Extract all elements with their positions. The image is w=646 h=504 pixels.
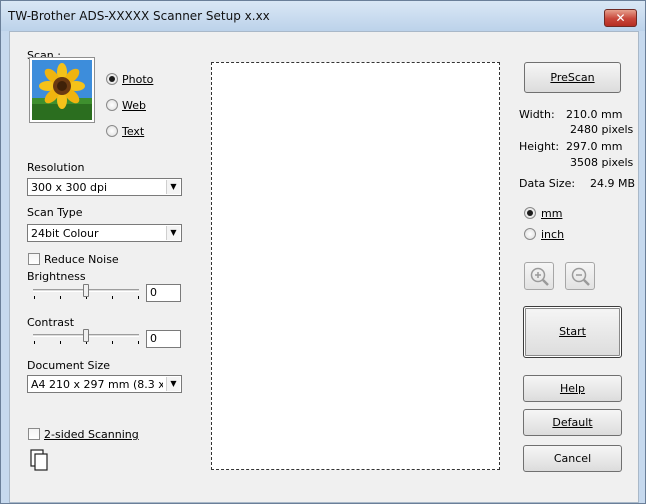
height-mm-value: 297.0 mm <box>566 140 623 153</box>
contrast-tick <box>138 341 139 344</box>
scan-preview-area[interactable] <box>211 62 500 470</box>
document-pages-icon <box>30 449 48 474</box>
resolution-value: 300 x 300 dpi <box>31 181 108 194</box>
sunflower-photo-icon <box>29 57 95 123</box>
chevron-down-icon: ▼ <box>166 377 180 391</box>
resolution-label: Resolution <box>27 161 85 174</box>
start-label: Start <box>559 325 586 338</box>
height-label: Height: <box>519 140 560 153</box>
width-mm-value: 210.0 mm <box>566 108 623 121</box>
brightness-tick <box>138 296 139 299</box>
close-icon: ✕ <box>615 11 626 25</box>
scan-photo-radio[interactable] <box>106 73 118 85</box>
unit-mm-label[interactable]: mm <box>541 207 562 220</box>
start-button[interactable]: Start <box>523 306 622 358</box>
reduce-noise-checkbox[interactable] <box>28 253 40 265</box>
scan-web-radio[interactable] <box>106 99 118 111</box>
zoom-in-button[interactable] <box>524 262 554 290</box>
close-button[interactable]: ✕ <box>604 9 637 27</box>
brightness-tick <box>60 296 61 299</box>
two-sided-label[interactable]: 2-sided Scanning <box>44 428 139 441</box>
zoom-in-icon <box>530 267 549 286</box>
chevron-down-icon: ▼ <box>166 180 180 194</box>
brightness-tick <box>112 296 113 299</box>
chevron-down-icon: ▼ <box>166 226 180 240</box>
two-sided-checkbox[interactable] <box>28 428 40 440</box>
reduce-noise-label[interactable]: Reduce Noise <box>44 253 119 266</box>
default-label: Default <box>552 416 593 429</box>
prescan-button[interactable]: PreScan <box>524 62 621 93</box>
brightness-tick <box>34 296 35 299</box>
brightness-slider-thumb[interactable] <box>83 284 89 297</box>
brightness-label: Brightness <box>27 270 86 283</box>
prescan-label: PreScan <box>550 71 595 84</box>
zoom-out-button[interactable] <box>565 262 595 290</box>
resolution-select[interactable]: 300 x 300 dpi ▼ <box>27 178 182 196</box>
window-title: TW-Brother ADS-XXXXX Scanner Setup x.xx <box>8 9 270 23</box>
scan-web-label[interactable]: Web <box>122 99 146 112</box>
contrast-tick <box>112 341 113 344</box>
default-button[interactable]: Default <box>523 409 622 436</box>
unit-inch-radio[interactable] <box>524 228 536 240</box>
help-label: Help <box>559 382 586 395</box>
scan-text-radio[interactable] <box>106 125 118 137</box>
scanner-setup-window: TW-Brother ADS-XXXXX Scanner Setup x.xx … <box>0 0 646 504</box>
height-pixels-value: 3508 pixels <box>570 156 634 169</box>
width-pixels-value: 2480 pixels <box>570 123 634 136</box>
help-button[interactable]: Help <box>523 375 622 402</box>
scan-type-select[interactable]: 24bit Colour ▼ <box>27 224 182 242</box>
document-size-value: A4 210 x 297 mm (8.3 x 11.7 in) <box>31 378 163 391</box>
document-size-label: Document Size <box>27 359 111 372</box>
data-size-value: 24.9 MB <box>590 177 636 190</box>
unit-mm-radio[interactable] <box>524 207 536 219</box>
scan-photo-label[interactable]: Photo <box>122 73 153 86</box>
contrast-value-input[interactable]: 0 <box>146 330 181 348</box>
scan-type-label: Scan Type <box>27 206 83 219</box>
scan-type-value: 24bit Colour <box>31 227 99 240</box>
scan-text-label[interactable]: Text <box>122 125 144 138</box>
contrast-tick <box>34 341 35 344</box>
width-label: Width: <box>519 108 555 121</box>
zoom-out-icon <box>571 267 590 286</box>
contrast-slider-thumb[interactable] <box>83 329 89 342</box>
cancel-button[interactable]: Cancel <box>523 445 622 472</box>
document-size-select[interactable]: A4 210 x 297 mm (8.3 x 11.7 in) ▼ <box>27 375 182 393</box>
unit-inch-label[interactable]: inch <box>541 228 564 241</box>
title-bar[interactable]: TW-Brother ADS-XXXXX Scanner Setup x.xx … <box>1 1 645 31</box>
data-size-label: Data Size: <box>519 177 576 190</box>
contrast-tick <box>60 341 61 344</box>
brightness-value-input[interactable]: 0 <box>146 284 181 302</box>
cancel-label: Cancel <box>553 452 592 465</box>
contrast-label: Contrast <box>27 316 75 329</box>
